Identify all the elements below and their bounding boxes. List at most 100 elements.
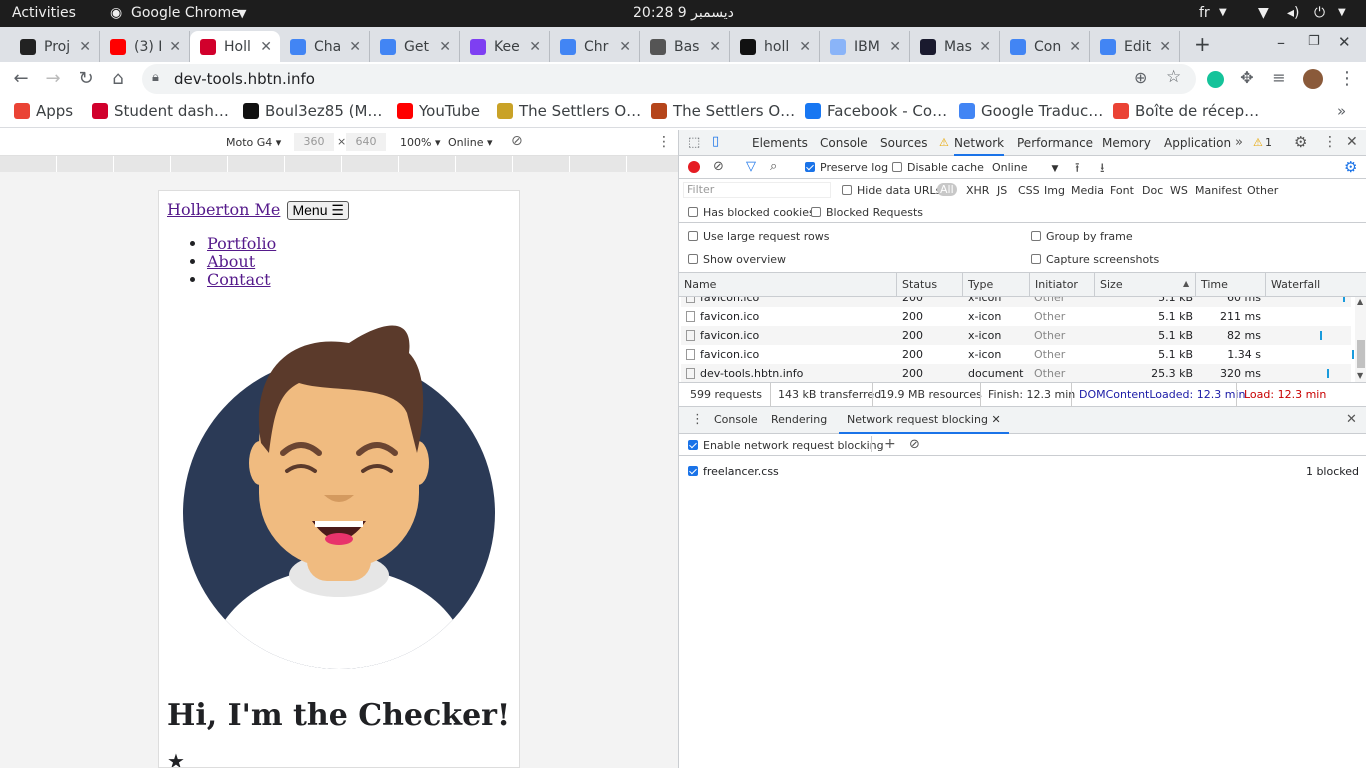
pattern-checkbox[interactable]: freelancer.css — [688, 465, 779, 478]
bookmark-item[interactable]: Facebook - Co… — [805, 102, 947, 120]
power-icon[interactable]: ⏻ — [1314, 5, 1325, 21]
bookmark-star-icon[interactable]: ☆ — [1166, 67, 1181, 87]
browser-tab[interactable]: IBM ✕ — [820, 31, 910, 62]
device-toggle-icon[interactable]: ▯ — [712, 134, 719, 149]
close-tab-icon[interactable]: ✕ — [709, 39, 721, 55]
bookmark-item[interactable]: Apps — [14, 102, 73, 120]
type-filter-img[interactable]: Img — [1044, 184, 1065, 197]
drawer-tab-rendering[interactable]: Rendering — [771, 413, 827, 426]
app-menu[interactable]: Google Chrome — [131, 5, 240, 21]
blocked-requests-checkbox[interactable]: Blocked Requests — [811, 206, 923, 219]
blocked-pattern-row[interactable]: freelancer.css 1 blocked — [679, 461, 1366, 481]
close-tab-icon[interactable]: ✕ — [991, 413, 1000, 426]
close-tab-icon[interactable]: ✕ — [349, 39, 361, 55]
brand-link[interactable]: Holberton Me — [167, 200, 280, 219]
throttle-select[interactable]: Online ▾ — [448, 136, 493, 149]
inspect-icon[interactable]: ⬚ — [688, 135, 700, 150]
close-tab-icon[interactable]: ✕ — [79, 39, 91, 55]
browser-tab[interactable]: Kee ✕ — [460, 31, 550, 62]
grammarly-icon[interactable] — [1207, 71, 1224, 88]
close-tab-icon[interactable]: ✕ — [260, 39, 272, 55]
activities-button[interactable]: Activities — [12, 5, 76, 21]
zoom-select[interactable]: 100% ▾ — [400, 136, 440, 149]
preserve-log-checkbox[interactable]: Preserve log — [805, 161, 888, 174]
browser-tab[interactable]: Get ✕ — [370, 31, 460, 62]
type-filter-ws[interactable]: WS — [1170, 184, 1188, 197]
reload-icon[interactable]: ↻ — [75, 68, 97, 89]
scroll-down-icon[interactable]: ▼ — [1357, 371, 1363, 380]
forward-icon[interactable]: → — [42, 68, 64, 89]
extensions-icon[interactable]: ✥ — [1236, 68, 1258, 87]
throttling-select[interactable]: Online ▼ — [992, 161, 1058, 174]
menu-kebab-icon[interactable]: ⋮ — [1336, 68, 1358, 89]
home-icon[interactable]: ⌂ — [107, 68, 129, 89]
clock[interactable]: 20:28 9 ديسمبر — [633, 5, 734, 21]
settings-gear-icon[interactable]: ⚙ — [1294, 133, 1307, 151]
close-drawer-icon[interactable]: ✕ — [1346, 412, 1357, 427]
back-icon[interactable]: ← — [10, 68, 32, 89]
maximize-icon[interactable]: ❐ — [1308, 34, 1320, 49]
height-input[interactable]: 640 — [346, 133, 386, 151]
show-overview-checkbox[interactable]: Show overview — [688, 253, 786, 266]
devtools-tab-memory[interactable]: Memory — [1102, 136, 1151, 150]
type-filter-other[interactable]: Other — [1247, 184, 1278, 197]
url-text[interactable]: dev-tools.hbtn.info — [174, 70, 315, 88]
drawer-menu-icon[interactable]: ⋮ — [691, 412, 704, 427]
warning-icon[interactable]: ⚠ — [1253, 136, 1263, 149]
table-row[interactable]: favicon.ico 200 x-icon Other 5.1 kB 82 ms — [681, 326, 1351, 345]
nav-contact[interactable]: Contact — [207, 270, 271, 289]
more-bookmarks-icon[interactable]: » — [1337, 102, 1346, 120]
devtools-tab-console[interactable]: Console — [820, 136, 868, 150]
network-settings-icon[interactable]: ⚙ — [1344, 158, 1357, 176]
browser-tab[interactable]: Con ✕ — [1000, 31, 1090, 62]
minimize-icon[interactable]: – — [1277, 33, 1285, 52]
blocked-cookies-checkbox[interactable]: Has blocked cookies — [688, 206, 815, 219]
system-menu-chevron-icon[interactable]: ▼ — [1338, 7, 1346, 18]
type-filter-xhr[interactable]: XHR — [966, 184, 989, 197]
drawer-tab-console[interactable]: Console — [714, 413, 758, 426]
record-icon[interactable] — [688, 161, 700, 173]
new-tab-icon[interactable]: + — [1194, 32, 1211, 56]
address-bar[interactable]: 🔒︎ dev-tools.hbtn.info ⊕ ☆ — [142, 64, 1196, 94]
search-icon[interactable]: ⌕ — [770, 159, 777, 174]
large-rows-checkbox[interactable]: Use large request rows — [688, 230, 829, 243]
app-menu-chevron-icon[interactable]: ▼ — [238, 7, 246, 20]
browser-tab[interactable]: Bas ✕ — [640, 31, 730, 62]
type-filter-manifest[interactable]: Manifest — [1195, 184, 1242, 197]
browser-tab[interactable]: Holl ✕ — [190, 31, 280, 62]
devtools-tab-performance[interactable]: Performance — [1017, 136, 1093, 150]
devtools-tab-network[interactable]: Network — [954, 130, 1005, 156]
close-tab-icon[interactable]: ✕ — [889, 39, 901, 55]
device-more-icon[interactable]: ⋮ — [657, 134, 671, 150]
media-icon[interactable]: ≡ — [1268, 68, 1290, 87]
table-row[interactable]: favicon.ico 200 x-icon Other 5.1 kB 1.34 s — [681, 345, 1354, 364]
clear-icon[interactable]: ⊘ — [713, 159, 724, 174]
input-language[interactable]: fr — [1199, 5, 1210, 21]
bookmark-item[interactable]: Boul3ez85 (M… — [243, 102, 382, 120]
language-chevron-icon[interactable]: ▼ — [1219, 7, 1227, 18]
wifi-icon[interactable]: ▼ — [1258, 5, 1269, 21]
width-input[interactable]: 360 — [294, 133, 334, 151]
zoom-icon[interactable]: ⊕ — [1134, 68, 1147, 87]
device-select[interactable]: Moto G4 ▾ — [226, 136, 281, 149]
close-tab-icon[interactable]: ✕ — [799, 39, 811, 55]
devtools-tab-sources[interactable]: Sources — [880, 136, 927, 150]
bookmark-item[interactable]: Student dash… — [92, 102, 229, 120]
drawer-tab-request-blocking[interactable]: Network request blocking ✕ — [839, 407, 1009, 434]
bookmark-item[interactable]: Google Traduc… — [959, 102, 1103, 120]
browser-tab[interactable]: Edit ✕ — [1090, 31, 1180, 62]
type-filter-css[interactable]: CSS — [1018, 184, 1040, 197]
browser-tab[interactable]: Mas ✕ — [910, 31, 1000, 62]
bookmark-item[interactable]: YouTube — [397, 102, 480, 120]
warning-count[interactable]: 1 — [1265, 136, 1272, 149]
scroll-thumb[interactable] — [1357, 340, 1365, 368]
hide-data-urls-checkbox[interactable]: Hide data URLs — [842, 184, 941, 197]
export-har-icon[interactable]: ⭳ — [1100, 159, 1105, 181]
bookmark-item[interactable]: Boîte de récep… — [1113, 102, 1259, 120]
avatar[interactable] — [1303, 69, 1323, 89]
bookmark-item[interactable]: The Settlers O… — [497, 102, 641, 120]
type-filter-all[interactable]: All — [937, 183, 957, 196]
close-devtools-icon[interactable]: ✕ — [1346, 134, 1358, 150]
type-filter-font[interactable]: Font — [1110, 184, 1134, 197]
table-scrollbar[interactable]: ▲ ▼ — [1355, 297, 1366, 382]
